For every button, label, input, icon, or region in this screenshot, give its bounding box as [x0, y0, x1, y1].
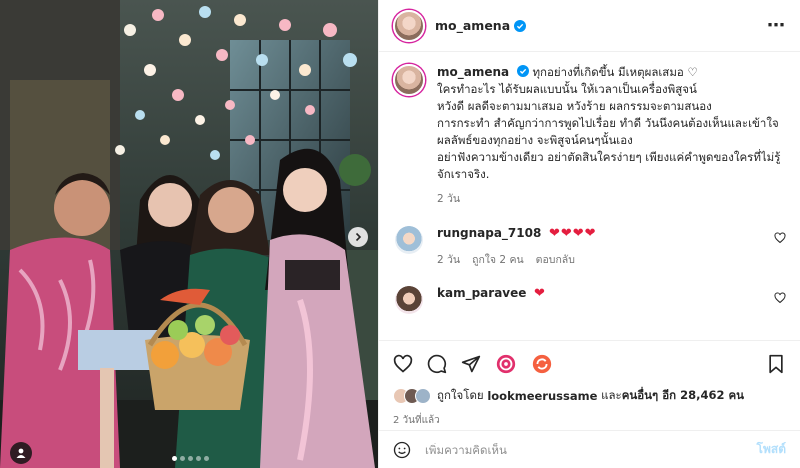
tagged-users-button[interactable] — [10, 442, 32, 464]
comment-text: ❤ — [534, 286, 546, 301]
comment-text: ❤❤❤❤ — [548, 226, 597, 241]
post-comment-button[interactable]: โพสต์ — [757, 440, 786, 459]
carousel-dot — [188, 456, 193, 461]
likes-prefix: ถูกใจโดย — [437, 388, 484, 402]
post-date[interactable]: 2 วันที่แล้ว — [393, 413, 786, 428]
chevron-right-icon — [355, 232, 362, 242]
carousel-dot — [204, 456, 209, 461]
comment-like-heart-icon[interactable] — [774, 292, 786, 304]
post-header: mo_amena ⋯ — [379, 0, 800, 52]
caption-avatar[interactable] — [393, 64, 425, 96]
author-username[interactable]: mo_amena — [435, 18, 510, 33]
heart-icon[interactable] — [393, 354, 413, 374]
caption-line: การกระทำ สำคัญกว่าการพูดไปเรื่อย ทำดี วั… — [437, 116, 779, 130]
commenter-avatar[interactable] — [395, 226, 423, 254]
reply-button[interactable]: ตอบกลับ — [536, 251, 575, 268]
caption-username[interactable]: mo_amena — [437, 65, 509, 79]
carousel-dot — [196, 456, 201, 461]
remix-icon[interactable] — [531, 353, 553, 375]
post-photo[interactable] — [0, 0, 378, 468]
likes-middle: และ — [601, 388, 622, 402]
caption-line: จักเราจริง. — [437, 167, 490, 181]
comments-section[interactable]: mo_amena ทุกอย่างที่เกิดขึ้น มีเหตุผลเสม… — [379, 52, 800, 340]
commenter-username[interactable]: kam_paravee — [437, 286, 526, 300]
comment-item: kam_paravee ❤ — [393, 286, 786, 314]
author-avatar[interactable] — [393, 9, 425, 42]
more-options-icon[interactable]: ⋯ — [767, 15, 786, 36]
caption-line: หวังดี ผลดีจะตามมาเสมอ หวังร้าย ผลกรรมจะ… — [437, 99, 712, 113]
liker-username[interactable]: lookmeerussame — [487, 389, 597, 403]
comment-input[interactable] — [425, 442, 757, 457]
comment-icon[interactable] — [427, 354, 447, 374]
caption-line: ใครทำอะไร ได้รับผลแบบนั้น ให้เวลาเป็นเคร… — [437, 82, 697, 96]
carousel-dots — [172, 456, 209, 461]
liker-avatar[interactable] — [415, 388, 431, 404]
commenter-username[interactable]: rungnapa_7108 — [437, 226, 541, 240]
comment-time[interactable]: 2 วัน — [437, 251, 460, 268]
likes-others[interactable]: คนอื่นๆ อีก 28,462 คน — [622, 387, 744, 405]
caption-line: อย่าฟังความข้างเดียว อย่าตัดสินใครง่ายๆ … — [437, 150, 781, 164]
liker-avatars — [393, 388, 431, 404]
emoji-icon[interactable] — [393, 441, 411, 459]
caption-first-line: ทุกอย่างที่เกิดขึ้น มีเหตุผลเสมอ ♡ — [532, 65, 698, 79]
bookmark-icon[interactable] — [766, 354, 786, 374]
comment-item: rungnapa_7108 ❤❤❤❤ 2 วัน ถูกใจ 2 คน ตอบก… — [393, 226, 786, 268]
boost-icon[interactable] — [495, 353, 517, 375]
verified-badge-icon — [514, 19, 527, 32]
caption-time[interactable]: 2 วัน — [437, 191, 780, 208]
carousel-next-button[interactable] — [348, 227, 368, 247]
photo-scene — [0, 0, 378, 468]
likes-summary: ถูกใจโดย lookmeerussame และ คนอื่นๆ อีก … — [393, 387, 786, 405]
add-comment-bar: โพสต์ — [379, 430, 800, 468]
post-side-panel: mo_amena ⋯ mo_amena ทุกอย่างที่เกิดขึ้น … — [378, 0, 800, 468]
carousel-dot — [180, 456, 185, 461]
commenter-avatar[interactable] — [395, 286, 423, 314]
post-caption: mo_amena ทุกอย่างที่เกิดขึ้น มีเหตุผลเสม… — [393, 64, 786, 208]
user-icon — [16, 448, 26, 458]
share-icon[interactable] — [461, 354, 481, 374]
caption-line: ผลลัพธ์ของทุกอย่าง จะพิสูจน์คนๆนั้นเอง — [437, 133, 633, 147]
verified-badge-icon — [516, 65, 529, 77]
post-actions: ถูกใจโดย lookmeerussame และ คนอื่นๆ อีก … — [379, 340, 800, 428]
carousel-dot — [172, 456, 177, 461]
comment-likes[interactable]: ถูกใจ 2 คน — [472, 251, 524, 268]
comment-like-heart-icon[interactable] — [774, 232, 786, 244]
